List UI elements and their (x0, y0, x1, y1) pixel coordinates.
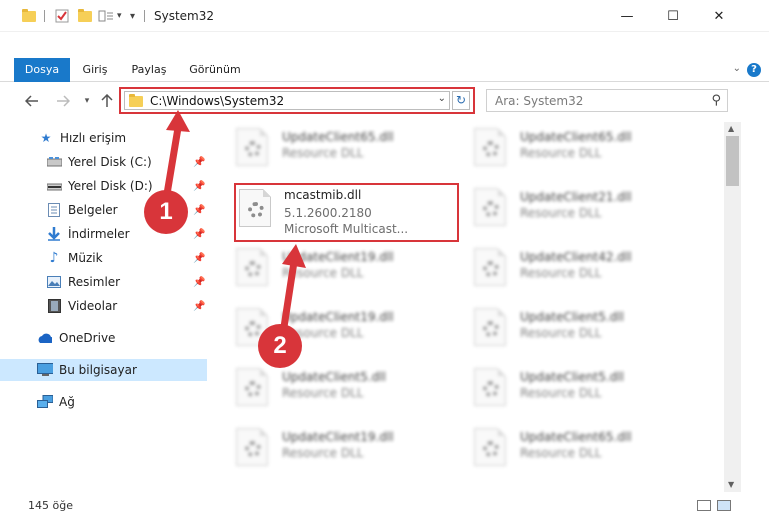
annotation-arrows (162, 110, 306, 344)
step-marker-2: 2 (258, 324, 302, 368)
step-marker-1: 1 (144, 190, 188, 234)
